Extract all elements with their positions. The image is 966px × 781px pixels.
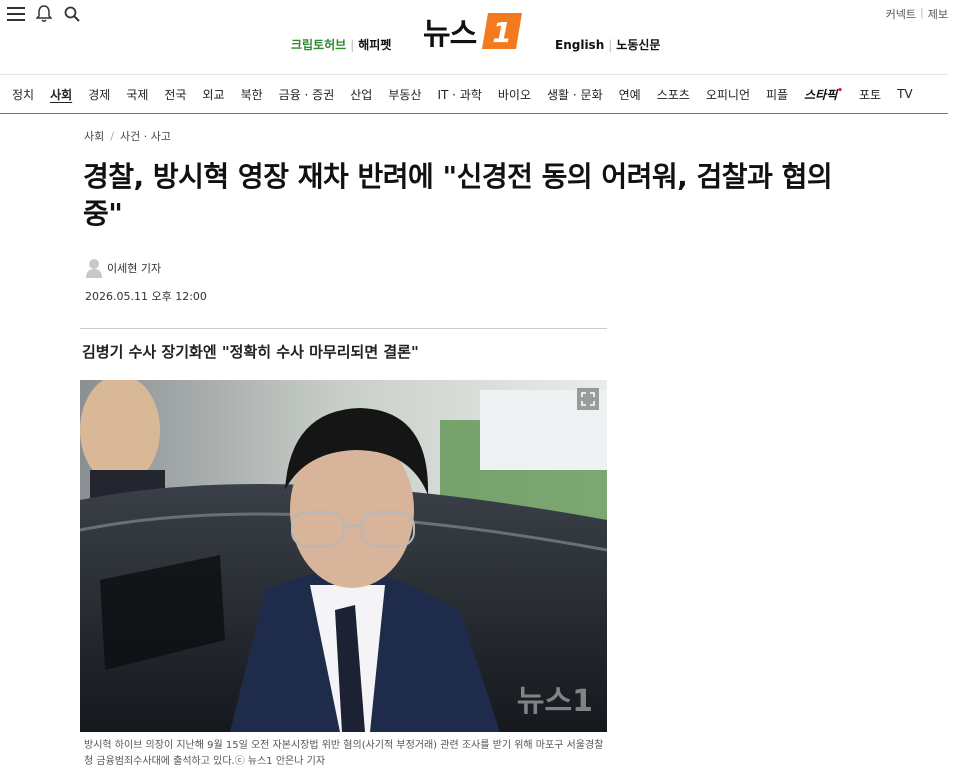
- nav-item-tv[interactable]: TV: [889, 87, 921, 101]
- article-subheadline: 김병기 수사 장기화엔 "정확히 수사 마무리되면 결론": [82, 343, 419, 361]
- nav-item-entertainment[interactable]: 연예: [611, 86, 649, 103]
- nav-item-sports[interactable]: 스포츠: [649, 86, 698, 103]
- connect-link[interactable]: 커넥트: [886, 6, 916, 22]
- partner-links-right: English | 노동신문: [555, 36, 660, 53]
- logo-mark-icon: 1: [482, 13, 523, 49]
- utility-links: 커넥트 | 제보: [886, 6, 948, 22]
- nav-item-north-korea[interactable]: 북한: [233, 86, 271, 103]
- byline: 이세현 기자: [85, 258, 161, 278]
- english-link[interactable]: English: [555, 38, 604, 52]
- breadcrumb-section[interactable]: 사회: [84, 128, 104, 144]
- header-icons: [6, 4, 82, 24]
- nav-item-photo[interactable]: 포토: [851, 86, 889, 103]
- partner-links-left: 크립토허브 | 해피펫: [291, 36, 391, 53]
- expand-icon[interactable]: [577, 388, 599, 410]
- site-header: 커넥트 | 제보 크립토허브 | 해피펫 뉴스 1 English | 노동신문: [0, 0, 966, 74]
- nav-item-people[interactable]: 피플: [758, 86, 796, 103]
- bell-icon[interactable]: [34, 4, 54, 24]
- publish-date: 2026.05.11 오후 12:00: [85, 290, 207, 303]
- photo-watermark: 뉴스1: [516, 684, 593, 719]
- article-headline: 경찰, 방시혁 영장 재차 반려에 "신경전 동의 어려워, 검찰과 협의 중": [83, 160, 833, 230]
- nodong-link[interactable]: 노동신문: [616, 36, 660, 53]
- tip-link[interactable]: 제보: [928, 6, 948, 22]
- separator: |: [350, 37, 355, 52]
- nav-item-diplomacy[interactable]: 외교: [194, 86, 232, 103]
- reporter-name[interactable]: 이세현 기자: [107, 260, 161, 276]
- divider: [80, 328, 607, 329]
- nav-item-opinion[interactable]: 오피니언: [698, 86, 758, 103]
- partner-link-cryptohub[interactable]: 크립토허브: [291, 36, 346, 53]
- nav-item-industry[interactable]: 산업: [342, 86, 380, 103]
- article-photo[interactable]: 뉴스1: [80, 380, 607, 732]
- partner-link-happypet[interactable]: 해피펫: [358, 36, 391, 53]
- nav-item-society[interactable]: 사회: [42, 86, 80, 103]
- logo-number: 1: [492, 16, 511, 49]
- article-header: 사회 / 사건 · 사고 경찰, 방시혁 영장 재차 반려에 "신경전 동의 어…: [80, 124, 880, 232]
- nav-item-world[interactable]: 국제: [118, 86, 156, 103]
- photo-caption: 방시혁 하이브 의장이 지난해 9월 15일 오전 자본시장법 위반 혐의(사기…: [84, 740, 604, 767]
- breadcrumb-subsection[interactable]: 사건 · 사고: [120, 128, 171, 144]
- separator: |: [920, 6, 924, 19]
- site-logo[interactable]: 뉴스 1: [423, 10, 524, 52]
- nav-item-nationwide[interactable]: 전국: [156, 86, 194, 103]
- breadcrumb: 사회 / 사건 · 사고: [84, 128, 880, 144]
- section-nav: 정치 사회 경제 국제 전국 외교 북한 금융 · 증권 산업 부동산 IT ·…: [0, 74, 948, 114]
- nav-item-real-estate[interactable]: 부동산: [380, 86, 429, 103]
- separator: |: [608, 37, 613, 52]
- menu-icon[interactable]: [6, 4, 26, 24]
- nav-item-economy[interactable]: 경제: [80, 86, 118, 103]
- starpick-label: 스타픽: [804, 87, 838, 102]
- nav-item-bio[interactable]: 바이오: [490, 86, 539, 103]
- reporter-avatar-icon: [86, 259, 102, 278]
- nav-item-politics[interactable]: 정치: [4, 86, 42, 103]
- nav-item-starpick[interactable]: 스타픽•: [796, 86, 851, 103]
- nav-item-finance[interactable]: 금융 · 증권: [271, 86, 343, 103]
- nav-item-life-culture[interactable]: 생활 · 문화: [539, 86, 611, 103]
- nav-item-it-science[interactable]: IT · 과학: [429, 86, 489, 103]
- logo-text: 뉴스: [423, 17, 477, 52]
- search-icon[interactable]: [62, 4, 82, 24]
- starpick-dot-icon: •: [837, 85, 843, 96]
- breadcrumb-separator: /: [110, 129, 114, 143]
